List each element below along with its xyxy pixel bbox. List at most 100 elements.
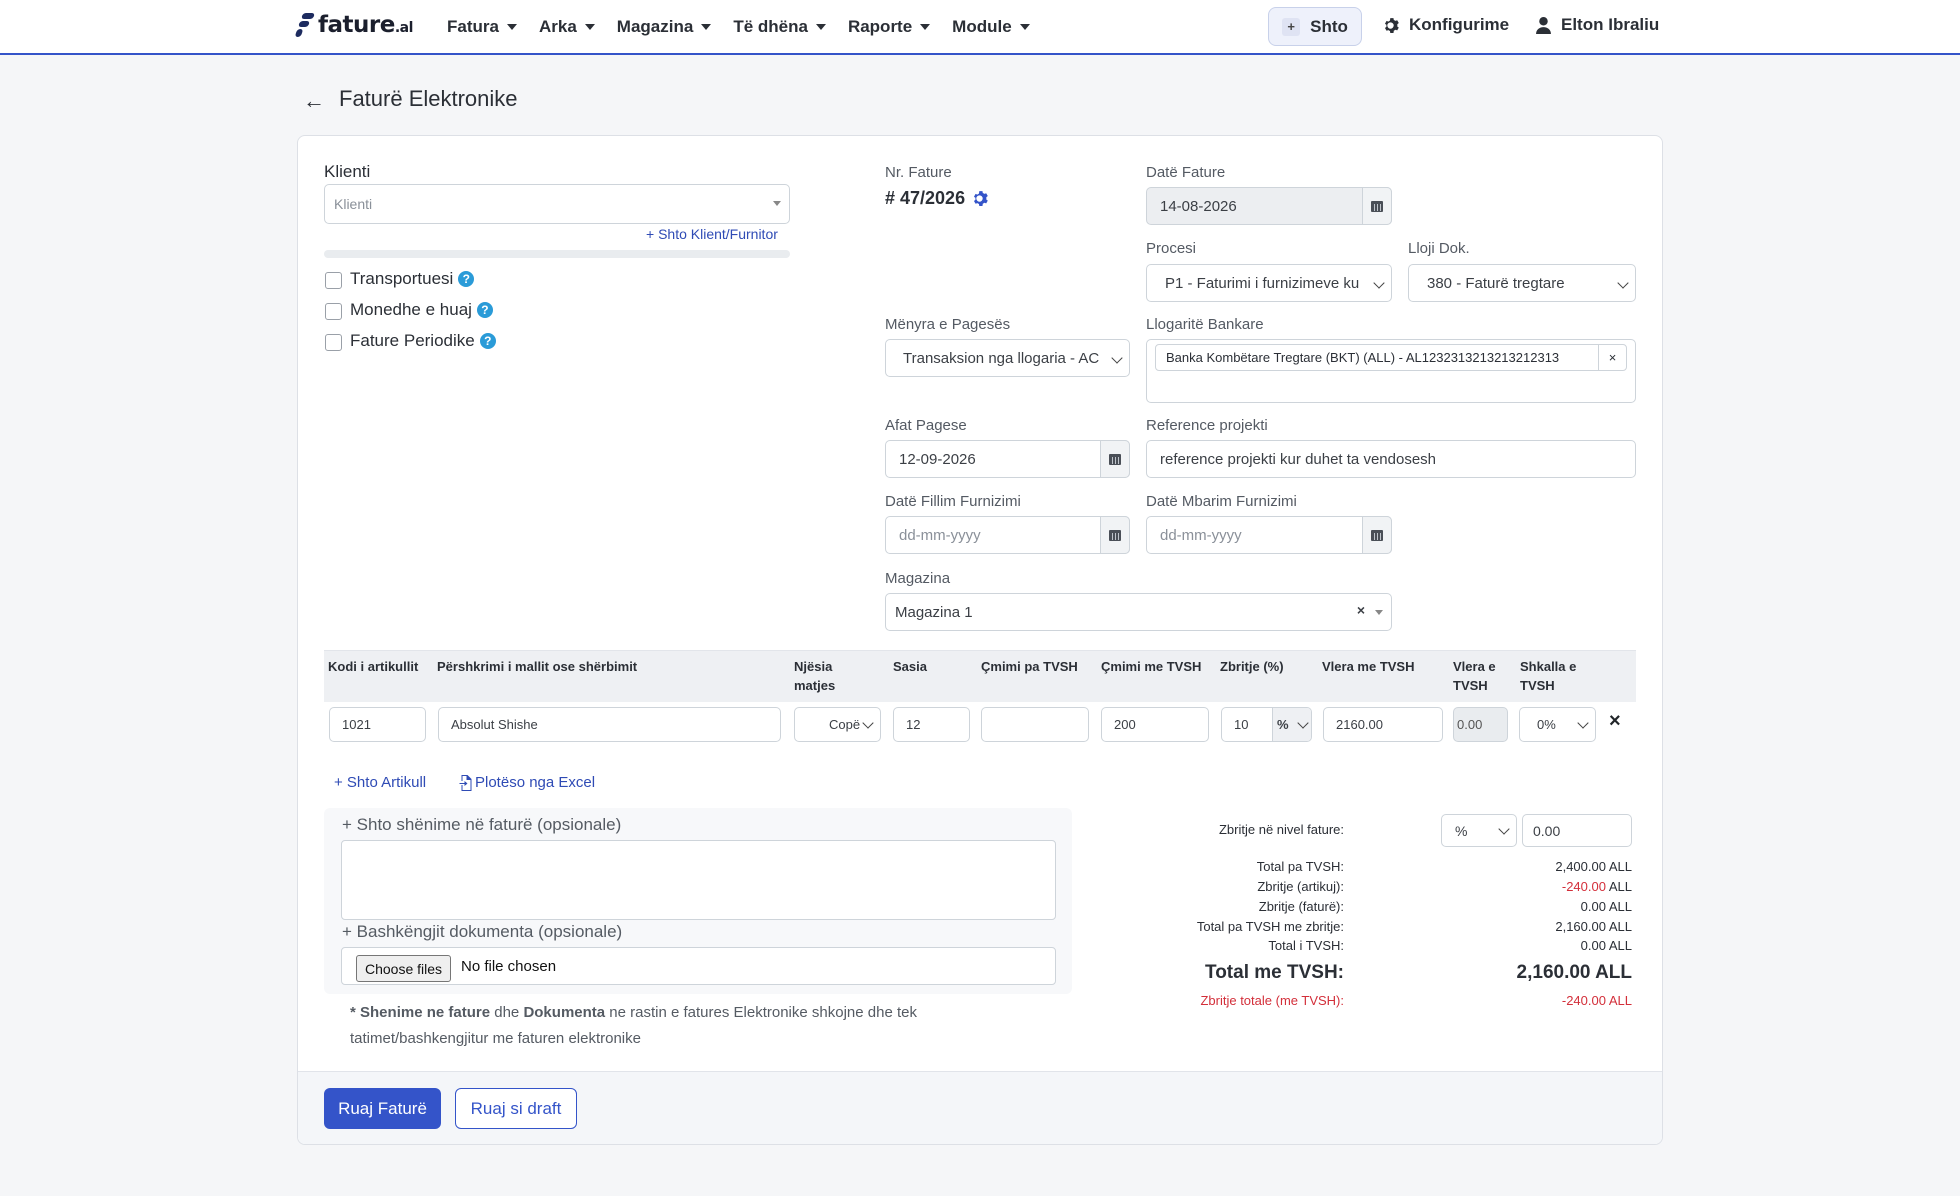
top-navbar: fature.al Fatura Arka Magazina Të dhëna … — [0, 0, 1960, 55]
invoice-number-label: Nr. Fature — [885, 164, 952, 181]
warehouse-label: Magazina — [885, 570, 951, 587]
invoice-discount-type-select[interactable]: % — [1441, 814, 1517, 847]
add-new-button[interactable]: + Shto — [1268, 7, 1362, 46]
no-file-text: No file chosen — [461, 958, 557, 975]
add-client-link[interactable]: + Shto Klient/Furnitor — [646, 226, 778, 242]
chevron-down-icon — [1577, 717, 1589, 729]
discount-type-select[interactable]: % — [1272, 708, 1311, 741]
payment-method-select[interactable]: Transaksion nga llogaria - AC — [885, 339, 1130, 377]
total-discount-label: Zbritje totale (me TVSH): — [1200, 993, 1344, 1008]
clear-icon[interactable]: × — [1357, 602, 1365, 618]
remove-tag-icon[interactable]: × — [1598, 345, 1626, 370]
file-input[interactable]: Choose files No file chosen — [341, 947, 1056, 985]
item-quantity-input[interactable]: 12 — [893, 707, 970, 742]
menu-te-dhena[interactable]: Të dhëna — [733, 17, 826, 37]
calendar-icon — [1109, 453, 1121, 465]
chevron-down-icon — [1617, 277, 1629, 289]
help-icon[interactable]: ? — [476, 302, 493, 318]
process-select[interactable]: P1 - Faturimi i furnizimeve ku — [1146, 264, 1392, 302]
supply-start-input[interactable]: dd-mm-yyyy — [885, 516, 1130, 554]
project-ref-label: Reference projekti — [1146, 417, 1268, 434]
calendar-button[interactable] — [1100, 440, 1130, 478]
item-code-input[interactable]: 1021 — [329, 707, 426, 742]
items-table-header: Kodi i artikullit Përshkrimi i mallit os… — [324, 650, 1636, 702]
calendar-button[interactable] — [1100, 516, 1130, 554]
brand-logo[interactable]: fature.al — [294, 12, 414, 38]
grand-total-value: 2,160.00 ALL — [1516, 962, 1632, 983]
item-price-incl-vat-input[interactable]: 200 — [1101, 707, 1209, 742]
invoice-level-discount-label: Zbritje (faturë): — [1258, 899, 1344, 914]
client-select[interactable]: Klienti — [324, 184, 790, 224]
col-price-incl-vat: Çmimi me TVSH — [1101, 659, 1202, 674]
main-menu: Fatura Arka Magazina Të dhëna Raporte Mo… — [447, 0, 1052, 53]
periodic-invoice-checkbox[interactable] — [325, 334, 342, 351]
item-discount-group: 10 % — [1221, 707, 1312, 742]
calendar-button[interactable] — [1362, 187, 1392, 225]
help-icon[interactable]: ? — [479, 333, 496, 349]
item-unit-select[interactable]: Copë — [794, 707, 881, 742]
item-price-excl-vat-input[interactable] — [981, 707, 1089, 742]
invoice-date-label: Datë Fature — [1146, 164, 1226, 181]
menu-fatura[interactable]: Fatura — [447, 17, 517, 37]
item-discount-label: Zbritje (artikuj): — [1257, 879, 1344, 894]
item-value-incl-vat-input[interactable]: 2160.00 — [1323, 707, 1443, 742]
doc-type-select[interactable]: 380 - Faturë tregtare — [1408, 264, 1636, 302]
add-item-link[interactable]: + Shto Artikull — [334, 774, 426, 791]
supply-end-input[interactable]: dd-mm-yyyy — [1146, 516, 1392, 554]
col-description: Përshkrimi i mallit ose shërbimit — [437, 659, 638, 674]
item-description-input[interactable]: Absolut Shishe — [438, 707, 781, 742]
save-invoice-button[interactable]: Ruaj Faturë — [324, 1088, 441, 1129]
col-code: Kodi i artikullit — [328, 659, 419, 674]
warehouse-select[interactable]: Magazina 1 × — [885, 593, 1392, 631]
menu-raporte[interactable]: Raporte — [848, 17, 931, 37]
add-notes-label[interactable]: + Shto shënime në faturë (opsionale) — [342, 815, 621, 835]
caret-down-icon — [584, 23, 595, 30]
bank-accounts-multiselect[interactable]: Banka Kombëtare Tregtare (BKT) (ALL) - A… — [1146, 339, 1636, 403]
foreign-currency-label: Monedhe e huaj — [350, 300, 472, 319]
invoice-discount-label: Zbritje në nivel fature: — [1218, 822, 1344, 837]
periodic-invoice-label: Fature Periodike — [350, 331, 475, 350]
invoice-date-input[interactable]: 14-08-2026 — [1146, 187, 1392, 225]
menu-arka[interactable]: Arka — [539, 17, 595, 37]
gear-icon[interactable] — [971, 190, 988, 207]
subtotal-after-discount-label: Total pa TVSH me zbritje: — [1196, 919, 1344, 934]
total-discount-value: -240.00 ALL — [1561, 993, 1632, 1008]
caret-down-icon — [506, 23, 517, 30]
transporter-checkbox[interactable] — [325, 272, 342, 289]
user-menu[interactable]: Elton Ibraliu — [1536, 15, 1659, 35]
col-vat-value: Vlera e TVSH — [1453, 659, 1496, 693]
due-date-input[interactable]: 12-09-2026 — [885, 440, 1130, 478]
menu-magazina[interactable]: Magazina — [617, 17, 712, 37]
col-price-excl-vat: Çmimi pa TVSH — [981, 659, 1078, 674]
foreign-currency-checkbox[interactable] — [325, 303, 342, 320]
process-label: Procesi — [1146, 240, 1197, 257]
fill-from-excel-link[interactable]: Plotëso nga Excel — [459, 774, 595, 791]
caret-down-icon — [920, 23, 931, 30]
calendar-button[interactable] — [1362, 516, 1392, 554]
item-discount-input[interactable]: 10 — [1222, 717, 1272, 732]
save-draft-button[interactable]: Ruaj si draft — [455, 1088, 577, 1129]
chevron-down-icon — [1498, 823, 1510, 835]
col-discount: Zbritje (%) — [1220, 659, 1284, 674]
project-ref-input[interactable]: reference projekti kur duhet ta vendoses… — [1146, 440, 1636, 478]
choose-files-button[interactable]: Choose files — [356, 955, 452, 982]
supply-start-label: Datë Fillim Furnizimi — [885, 493, 1021, 510]
plus-icon: + — [1282, 17, 1301, 36]
chevron-down-icon — [1297, 717, 1309, 729]
item-vat-value: 0.00 — [1453, 707, 1508, 742]
item-vat-rate-select[interactable]: 0% — [1519, 707, 1596, 742]
config-link[interactable]: Konfigurime — [1382, 15, 1509, 35]
col-quantity: Sasia — [893, 659, 927, 674]
notes-textarea[interactable] — [341, 840, 1056, 920]
subtotal-value: 2,400.00 ALL — [1555, 859, 1632, 874]
brand-suffix: .al — [394, 20, 414, 36]
page-title: Faturë Elektronike — [339, 86, 518, 111]
menu-module[interactable]: Module — [952, 17, 1030, 37]
vat-total-label: Total i TVSH: — [1268, 938, 1344, 953]
attach-documents-label[interactable]: + Bashkëngjit dokumenta (opsionale) — [342, 922, 622, 942]
remove-row-icon[interactable]: × — [1609, 710, 1621, 733]
back-arrow-icon[interactable]: ← — [303, 88, 325, 114]
calendar-icon — [1371, 529, 1383, 541]
invoice-discount-input[interactable]: 0.00 — [1522, 814, 1632, 847]
help-icon[interactable]: ? — [458, 271, 475, 287]
